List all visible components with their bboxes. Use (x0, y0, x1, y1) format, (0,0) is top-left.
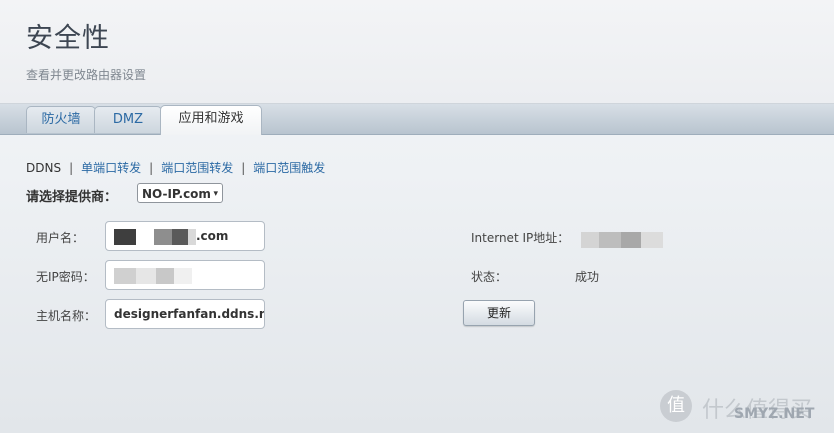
page-subtitle: 查看并更改路由器设置 (26, 68, 147, 82)
redaction-block (621, 231, 641, 248)
subnav-separator: | (149, 161, 154, 175)
page-title: 安全性 (26, 23, 110, 54)
chevron-down-icon: ▾ (213, 189, 218, 199)
username-field[interactable]: .com (105, 221, 265, 251)
password-label: 无IP密码： (36, 270, 95, 284)
password-field[interactable] (105, 260, 265, 290)
hostname-value: designerfanfan.ddns.ne (114, 307, 265, 321)
provider-select[interactable]: NO-IP.com ▾ (137, 183, 223, 203)
redaction-block (136, 228, 154, 245)
redaction-block (581, 231, 599, 248)
sub-navigation: DDNS | 单端口转发 | 端口范围转发 | 端口范围触发 (26, 159, 325, 176)
internet-ip-label: Internet IP地址： (471, 231, 570, 245)
subnav-port-range-triggering[interactable]: 端口范围触发 (253, 161, 325, 175)
watermark-site: SMYZ.NET (734, 406, 815, 422)
subnav-ddns: DDNS (26, 161, 62, 175)
content-panel: DDNS | 单端口转发 | 端口范围转发 | 端口范围触发 请选择提供商： NO-IP.c… (0, 135, 834, 433)
redaction-block (156, 267, 174, 284)
subnav-single-port-forwarding[interactable]: 单端口转发 (81, 161, 141, 175)
provider-selected-value: NO-IP.com (142, 187, 211, 201)
redaction-block (114, 228, 136, 245)
redaction-block (136, 267, 156, 284)
update-button[interactable]: 更新 (463, 300, 535, 326)
subnav-separator: | (241, 161, 246, 175)
tab-apps-and-gaming[interactable]: 应用和游戏 (160, 105, 262, 135)
tab-dmz[interactable]: DMZ (94, 106, 162, 133)
status-value: 成功 (575, 270, 600, 284)
username-label: 用户名： (36, 231, 85, 245)
internet-ip-value (581, 229, 663, 248)
tab-bar: 防火墙 DMZ 应用和游戏 (0, 104, 834, 135)
redaction-block (174, 267, 192, 284)
redaction-block (154, 228, 172, 245)
redaction-block (599, 231, 621, 248)
hostname-field[interactable]: designerfanfan.ddns.ne (105, 299, 265, 329)
watermark-logo: 值 (660, 390, 692, 422)
redaction-block (188, 228, 196, 245)
subnav-port-range-forwarding[interactable]: 端口范围转发 (161, 161, 233, 175)
provider-label: 请选择提供商： (26, 190, 118, 205)
redaction-block (114, 267, 136, 284)
redaction-block (172, 228, 188, 245)
subnav-separator: | (69, 161, 74, 175)
page-header: 安全性 查看并更改路由器设置 (0, 0, 834, 104)
status-label: 状态： (471, 270, 508, 284)
username-value-suffix: .com (196, 229, 229, 243)
redaction-block (641, 231, 663, 248)
tab-firewall[interactable]: 防火墙 (26, 106, 96, 133)
hostname-label: 主机名称： (36, 309, 97, 323)
